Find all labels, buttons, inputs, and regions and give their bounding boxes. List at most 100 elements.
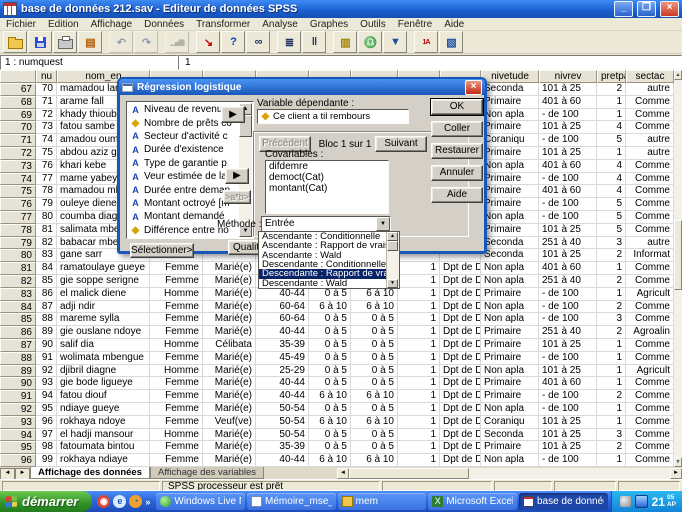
cell[interactable]: 97: [36, 429, 57, 442]
column-header[interactable]: sectac: [626, 70, 674, 83]
cell[interactable]: Primaire: [481, 326, 539, 339]
cell[interactable]: 1: [398, 313, 440, 326]
cell[interactable]: 101 à 25: [539, 121, 597, 134]
cell[interactable]: Dpt de D: [440, 365, 481, 378]
cell[interactable]: Comme: [626, 121, 674, 134]
cancel-button[interactable]: Annuler: [431, 165, 483, 181]
cell[interactable]: 25-29: [256, 365, 309, 378]
cell[interactable]: 101 à 25: [539, 339, 597, 352]
cell[interactable]: 1: [398, 416, 440, 429]
cell[interactable]: Dpt de D: [440, 288, 481, 301]
menu-outils[interactable]: Outils: [354, 19, 392, 30]
method-option[interactable]: Ascendante : Rapport de vraisemble: [259, 241, 386, 250]
taskbar-button-windows-live[interactable]: Windows Live M...: [156, 493, 245, 510]
cell[interactable]: 0 à 5: [309, 441, 351, 454]
cell[interactable]: 0 à 5: [351, 339, 398, 352]
cell[interactable]: Non apla: [481, 365, 539, 378]
cell[interactable]: Primaire: [481, 224, 539, 237]
cell[interactable]: Femme: [150, 441, 203, 454]
cell[interactable]: Marié(e): [203, 429, 256, 442]
cell[interactable]: Non apla: [481, 211, 539, 224]
cell[interactable]: 101 à 25: [539, 441, 597, 454]
cell[interactable]: 6 à 10: [351, 301, 398, 314]
cell[interactable]: Dpt de D: [440, 301, 481, 314]
cell[interactable]: 101 à 25: [539, 365, 597, 378]
cell[interactable]: 60-64: [256, 301, 309, 314]
scroll-right-icon[interactable]: ►: [670, 468, 682, 479]
cell[interactable]: 50-54: [256, 429, 309, 442]
insert-cases-button[interactable]: ≣: [277, 31, 301, 53]
cell[interactable]: gie ouslane ndoye: [57, 326, 150, 339]
ok-button[interactable]: OK: [431, 99, 483, 115]
cell[interactable]: 5: [597, 211, 626, 224]
cell[interactable]: 6 à 10: [309, 454, 351, 467]
cell[interactable]: Primaire: [481, 377, 539, 390]
row-header[interactable]: 88: [0, 352, 36, 365]
cell[interactable]: 80: [36, 211, 57, 224]
cell[interactable]: 4: [597, 173, 626, 186]
cell[interactable]: 1: [398, 390, 440, 403]
cell[interactable]: Seconda: [481, 83, 539, 96]
cell[interactable]: 0 à 5: [351, 326, 398, 339]
row-header[interactable]: 92: [0, 403, 36, 416]
variables-info-button[interactable]: ?: [221, 31, 245, 53]
cell[interactable]: Femme: [150, 454, 203, 467]
cell[interactable]: ndiaye gueye: [57, 403, 150, 416]
cell[interactable]: 101 à 25: [539, 429, 597, 442]
cell[interactable]: Primaire: [481, 352, 539, 365]
cell[interactable]: 5: [597, 224, 626, 237]
horizontal-scroll-thumb[interactable]: [349, 468, 469, 479]
cell[interactable]: Marié(e): [203, 390, 256, 403]
cell[interactable]: Primaire: [481, 390, 539, 403]
cell[interactable]: Comme: [626, 313, 674, 326]
restore-button[interactable]: ❐: [637, 1, 656, 17]
cell[interactable]: Non apla: [481, 109, 539, 122]
cell[interactable]: 3: [597, 313, 626, 326]
row-header[interactable]: 93: [0, 416, 36, 429]
insert-variable-button[interactable]: ‖: [302, 31, 326, 53]
cell[interactable]: 2: [597, 275, 626, 288]
cell[interactable]: 1: [398, 403, 440, 416]
cell[interactable]: 4: [597, 121, 626, 134]
row-header[interactable]: 81: [0, 262, 36, 275]
cell[interactable]: 2: [597, 326, 626, 339]
cell[interactable]: Non apla: [481, 160, 539, 173]
cell[interactable]: 73: [36, 121, 57, 134]
cell[interactable]: 6 à 10: [351, 288, 398, 301]
scroll-thumb[interactable]: [387, 241, 398, 251]
method-combobox[interactable]: Entrée ▼: [261, 216, 391, 232]
cell[interactable]: el hadji mansour: [57, 429, 150, 442]
use-sets-button[interactable]: ▧: [439, 31, 463, 53]
select-button[interactable]: Sélectionner>>: [130, 243, 194, 258]
cell[interactable]: Primaire: [481, 96, 539, 109]
cell[interactable]: 1: [597, 96, 626, 109]
cell[interactable]: autre: [626, 83, 674, 96]
row-header[interactable]: 70: [0, 121, 36, 134]
cell[interactable]: - de 100: [539, 109, 597, 122]
cell[interactable]: 101 à 25: [539, 147, 597, 160]
cell[interactable]: 85: [36, 275, 57, 288]
row-header[interactable]: 80: [0, 249, 36, 262]
cell[interactable]: Comme: [626, 454, 674, 467]
cell[interactable]: 40-44: [256, 288, 309, 301]
menu-donnees[interactable]: Données: [138, 19, 190, 30]
cell[interactable]: - de 100: [539, 390, 597, 403]
cell[interactable]: 6 à 10: [309, 301, 351, 314]
row-header[interactable]: 95: [0, 441, 36, 454]
cell[interactable]: 1: [597, 403, 626, 416]
cell[interactable]: 6 à 10: [351, 416, 398, 429]
cell[interactable]: 6 à 10: [351, 454, 398, 467]
cell[interactable]: 1: [597, 339, 626, 352]
cell[interactable]: 6 à 10: [351, 390, 398, 403]
quicklaunch-overflow-chevron[interactable]: »: [145, 497, 150, 507]
cell[interactable]: 0 à 5: [351, 377, 398, 390]
cell[interactable]: - de 100: [539, 198, 597, 211]
cell[interactable]: Femme: [150, 326, 203, 339]
cell[interactable]: 2: [597, 441, 626, 454]
row-header[interactable]: 94: [0, 429, 36, 442]
row-header[interactable]: 78: [0, 224, 36, 237]
cell[interactable]: Primaire: [481, 147, 539, 160]
column-header[interactable]: nu: [36, 70, 57, 83]
taskbar-button-spss[interactable]: base de donnée...: [519, 493, 608, 510]
cell[interactable]: 1: [398, 339, 440, 352]
